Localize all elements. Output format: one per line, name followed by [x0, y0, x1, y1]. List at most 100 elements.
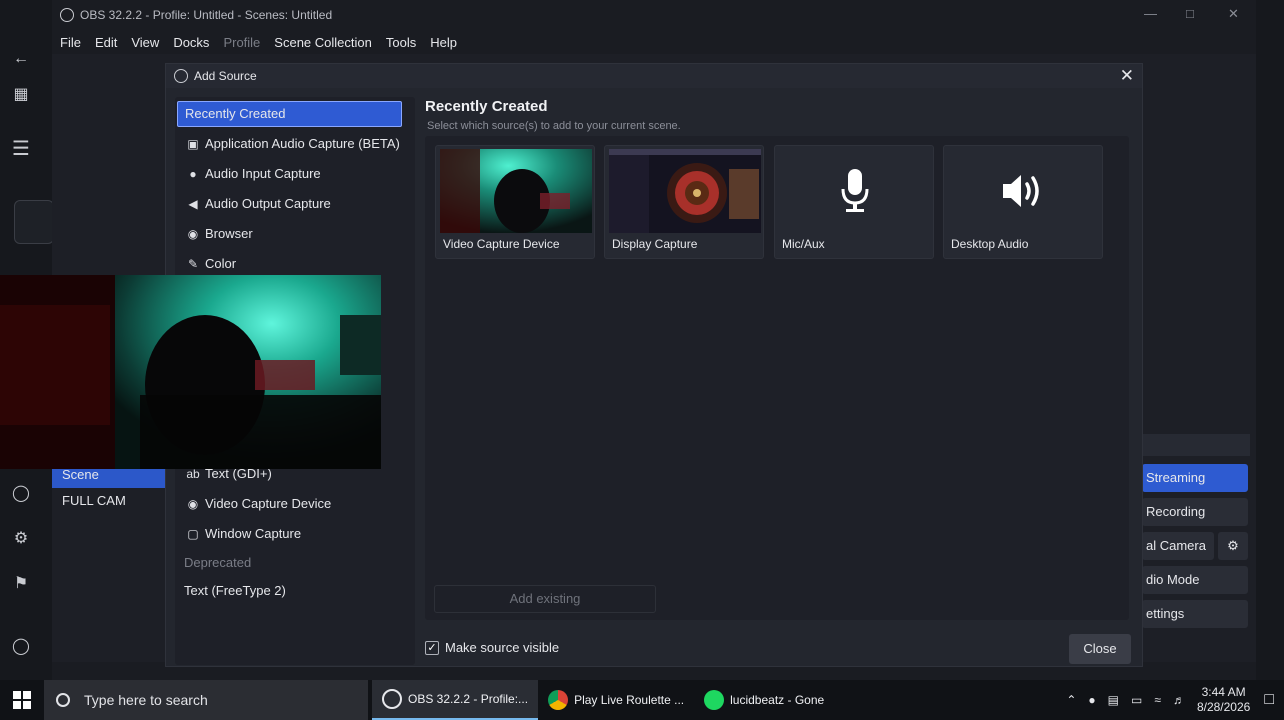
source-type-label: Browser	[205, 226, 253, 241]
dialog-close-icon[interactable]: ✕	[1120, 66, 1134, 86]
window-close-icon[interactable]: ✕	[1228, 6, 1239, 22]
virtual-camera-button[interactable]: al Camera	[1142, 532, 1214, 560]
recently-created-subheading: Select which source(s) to add to your cu…	[427, 120, 681, 132]
taskbar-clock[interactable]: 3:44 AM 8/28/2026	[1197, 685, 1250, 715]
source-type-audio-input[interactable]: ● Audio Input Capture	[175, 160, 415, 188]
recent-source-label: Mic/Aux	[782, 237, 825, 251]
source-type-color[interactable]: ✎ Color	[175, 250, 415, 278]
volume-icon[interactable]: ♬	[1173, 693, 1185, 707]
source-type-window-capture[interactable]: ▢ Window Capture	[175, 520, 415, 548]
dialog-titlebar: Add Source	[166, 64, 1142, 88]
source-type-label: Video Capture Device	[205, 496, 332, 511]
menu-edit[interactable]: Edit	[95, 35, 117, 50]
minimize-icon[interactable]: —	[1144, 6, 1157, 21]
app-audio-icon: ▣	[187, 137, 199, 151]
recently-created-heading: Recently Created	[425, 98, 548, 115]
webcam-thumbnail	[440, 149, 592, 233]
microphone-icon[interactable]: ●	[1088, 693, 1095, 707]
source-type-label: Window Capture	[205, 526, 302, 541]
virtual-camera-settings-gear-icon[interactable]: ⚙	[1218, 532, 1248, 560]
speaker-icon: ◀	[188, 197, 198, 211]
hamburger-menu-icon[interactable]: ☰	[12, 139, 30, 159]
source-type-label: Color	[205, 256, 237, 271]
source-type-label: Audio Input Capture	[205, 166, 321, 181]
speaker-icon	[948, 149, 1100, 233]
source-type-label: Application Audio Capture (BETA)	[205, 136, 400, 151]
dialog-title: Add Source	[194, 69, 257, 83]
menu-tools[interactable]: Tools	[386, 35, 416, 50]
windows-taskbar: Type here to search OBS 32.2.2 - Profile…	[0, 680, 1284, 720]
recent-source-label: Video Capture Device	[443, 237, 560, 251]
obs-titlebar: OBS 32.2.2 - Profile: Untitled - Scenes:…	[52, 0, 1256, 30]
add-existing-button[interactable]: Add existing	[434, 585, 656, 613]
make-source-visible-label[interactable]: Make source visible	[445, 640, 559, 655]
battery-icon[interactable]: ▭	[1131, 693, 1142, 707]
camera-icon: ◉	[187, 497, 199, 511]
notification-icon[interactable]: □	[1264, 691, 1274, 709]
taskbar-search-input[interactable]: Type here to search	[44, 680, 368, 720]
flag-icon[interactable]: ⚑	[12, 575, 30, 593]
menu-view[interactable]: View	[131, 35, 159, 50]
help-circle-icon[interactable]: ◯	[12, 638, 30, 656]
source-type-recently-created[interactable]: Recently Created	[177, 101, 402, 127]
menu-file[interactable]: File	[60, 35, 81, 50]
window-icon: ▢	[187, 527, 199, 541]
taskbar-item-obs[interactable]: OBS 32.2.2 - Profile:...	[372, 680, 539, 720]
globe-icon: ◉	[187, 227, 199, 241]
back-arrow-icon[interactable]: ←	[12, 50, 30, 68]
maximize-icon[interactable]: □	[1186, 6, 1194, 21]
microphone-icon	[779, 149, 931, 233]
obs-logo-icon	[174, 69, 188, 83]
controls-dock-header	[1142, 434, 1250, 456]
search-placeholder: Type here to search	[84, 692, 208, 708]
source-type-app-audio[interactable]: ▣ Application Audio Capture (BETA)	[175, 130, 415, 158]
chevron-up-icon[interactable]: ⌃	[1066, 693, 1076, 707]
person-icon[interactable]: ◯	[12, 485, 30, 503]
settings-button[interactable]: ettings	[1142, 600, 1248, 628]
apps-grid-icon[interactable]: ▦	[12, 86, 30, 104]
start-recording-button[interactable]: Recording	[1142, 498, 1248, 526]
scene-item[interactable]: FULL CAM	[52, 488, 166, 514]
source-type-browser[interactable]: ◉ Browser	[175, 220, 415, 248]
make-source-visible-row: ✓ Make source visible	[425, 640, 559, 655]
recent-source-tile-video-capture[interactable]: Video Capture Device	[435, 145, 595, 259]
taskbar-item-chrome[interactable]: Play Live Roulette ...	[538, 680, 694, 720]
microphone-icon: ●	[189, 167, 197, 181]
close-button[interactable]: Close	[1069, 634, 1131, 664]
spotify-icon	[704, 690, 725, 710]
source-type-audio-output[interactable]: ◀ Audio Output Capture	[175, 190, 415, 218]
clock-time: 3:44 AM	[1201, 685, 1246, 699]
taskbar-item-label: Play Live Roulette ...	[574, 693, 685, 707]
start-streaming-button[interactable]: Streaming	[1142, 464, 1248, 492]
obs-window-title: OBS 32.2.2 - Profile: Untitled - Scenes:…	[80, 8, 333, 22]
menu-docks[interactable]: Docks	[173, 35, 209, 50]
recent-source-tile-display-capture[interactable]: Display Capture	[604, 145, 764, 259]
menu-help[interactable]: Help	[430, 35, 457, 50]
brush-icon: ✎	[187, 257, 199, 271]
windows-start-icon[interactable]	[0, 680, 44, 720]
gear-icon[interactable]: ⚙	[12, 530, 30, 548]
studio-mode-button[interactable]: dio Mode	[1142, 566, 1248, 594]
obs-logo-icon	[60, 8, 74, 22]
deprecated-header: Deprecated	[184, 555, 252, 570]
obs-menubar: File Edit View Docks Profile Scene Colle…	[52, 30, 1256, 54]
roulette-thumbnail	[609, 149, 761, 233]
recent-source-tile-desktop-audio[interactable]: Desktop Audio	[943, 145, 1103, 259]
taskbar-item-label: lucidbeatz - Gone	[730, 693, 825, 707]
menu-scene-collection[interactable]: Scene Collection	[274, 35, 372, 50]
source-type-label: Audio Output Capture	[205, 196, 331, 211]
system-tray: ⌃ ● ▤ ▭ ≈ ♬ 3:44 AM 8/28/2026 □	[1066, 680, 1274, 720]
background-browser-strip-right	[1254, 0, 1284, 680]
source-type-text-freetype[interactable]: Text (FreeType 2)	[175, 577, 415, 605]
recent-source-tile-mic-aux[interactable]: Mic/Aux	[774, 145, 934, 259]
recent-sources-panel: Video Capture Device Display Capture Mic…	[425, 136, 1129, 620]
search-icon[interactable]	[14, 200, 54, 244]
recent-source-label: Desktop Audio	[951, 237, 1029, 251]
source-type-video-capture[interactable]: ◉ Video Capture Device	[175, 490, 415, 518]
network-icon[interactable]: ▤	[1108, 693, 1119, 707]
chrome-icon	[548, 690, 569, 710]
make-source-visible-checkbox[interactable]: ✓	[425, 640, 439, 655]
taskbar-item-spotify[interactable]: lucidbeatz - Gone	[694, 680, 834, 720]
menu-profile[interactable]: Profile	[223, 35, 260, 50]
wifi-icon[interactable]: ≈	[1154, 693, 1161, 707]
